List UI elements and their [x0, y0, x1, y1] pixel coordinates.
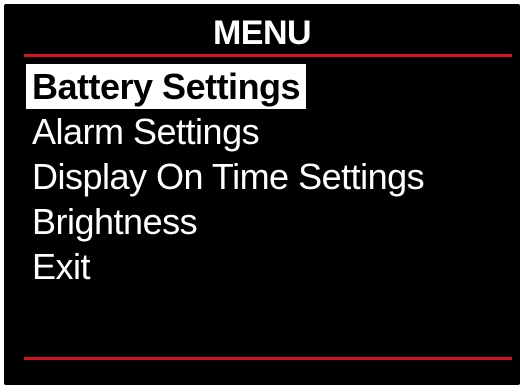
menu-title: MENU: [212, 14, 312, 52]
menu-list: Battery Settings Alarm Settings Display …: [26, 64, 430, 289]
menu-screen: MENU Battery Settings Alarm Settings Dis…: [4, 4, 520, 385]
menu-item-battery-settings[interactable]: Battery Settings: [26, 64, 307, 109]
menu-item-brightness[interactable]: Brightness: [26, 201, 203, 242]
menu-item-display-on-time-settings[interactable]: Display On Time Settings: [26, 156, 430, 197]
bottom-divider: [24, 357, 512, 360]
menu-item-exit[interactable]: Exit: [26, 246, 96, 287]
menu-item-alarm-settings[interactable]: Alarm Settings: [26, 111, 265, 152]
top-divider: [24, 54, 512, 57]
